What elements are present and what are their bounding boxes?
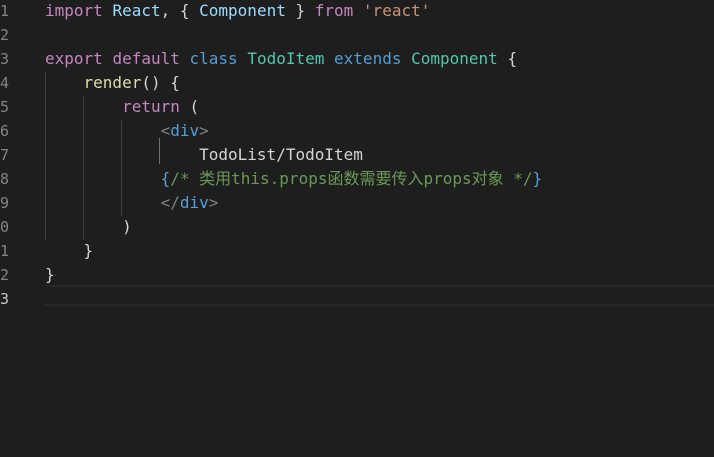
code-token: { (160, 169, 171, 188)
code-token: > (208, 193, 219, 212)
code-token: div (170, 121, 200, 140)
code-line[interactable]: <div> (45, 119, 209, 143)
line-number: 1 (0, 242, 9, 260)
code-token: div (179, 193, 209, 212)
line-number: 7 (0, 146, 9, 164)
line-number-gutter: 1 2 3 4 5 6 7 8 9 0 1 2 3 (0, 0, 36, 457)
code-token: return (122, 97, 180, 116)
code-token: } (285, 1, 315, 20)
line-number: 9 (0, 194, 9, 212)
code-token: TodoList/TodoItem (199, 145, 363, 164)
code-token: extends (334, 49, 402, 68)
code-token: } (83, 241, 94, 260)
code-line[interactable]: ) (45, 215, 132, 239)
code-token: ) (122, 217, 132, 236)
line-number: 5 (0, 98, 9, 116)
code-token: () { (141, 73, 180, 92)
line-number: 3 (0, 50, 9, 68)
code-line[interactable]: </div> (45, 191, 219, 215)
code-token: import (45, 1, 103, 20)
code-area[interactable]: import React, { Component } from 'react'… (45, 0, 714, 457)
code-token: Component (199, 1, 286, 20)
code-line[interactable]: } (45, 239, 94, 263)
code-line[interactable]: render() { (45, 71, 180, 95)
code-token: render (83, 73, 142, 92)
code-token: > (199, 121, 209, 140)
code-line[interactable]: } (45, 263, 55, 287)
code-token: } (532, 169, 543, 188)
line-number: 6 (0, 122, 9, 140)
line-number: 4 (0, 74, 9, 92)
code-line[interactable]: TodoList/TodoItem (45, 143, 363, 167)
line-number: 1 (0, 2, 9, 20)
code-token: from (314, 1, 354, 20)
code-token: ( (179, 97, 200, 116)
code-token: { (497, 49, 518, 68)
line-number: 8 (0, 170, 9, 188)
code-editor[interactable]: 1 2 3 4 5 6 7 8 9 0 1 2 3 import React, { Component … (0, 0, 714, 457)
code-token: , { (160, 1, 200, 20)
code-token: class (189, 49, 238, 68)
code-token: /* 类用this.props函数需要传入props对象 */ (170, 169, 533, 188)
code-token: React (112, 1, 161, 20)
line-number: 2 (0, 266, 9, 284)
code-line[interactable]: {/* 类用this.props函数需要传入props对象 */} (45, 167, 543, 191)
line-number: 0 (0, 218, 9, 236)
code-token: </ (160, 193, 180, 212)
code-token: Component (411, 49, 498, 68)
line-number: 3 (0, 290, 9, 308)
line-number: 2 (0, 26, 9, 44)
code-token: < (160, 121, 171, 140)
code-line[interactable]: export default class TodoItem extends Co… (45, 47, 517, 71)
code-line[interactable]: import React, { Component } from 'react' (45, 0, 430, 23)
code-token: export (45, 49, 103, 68)
code-token: 'react' (362, 1, 431, 20)
code-line[interactable]: return ( (45, 95, 199, 119)
code-token: default (112, 49, 180, 68)
code-token: TodoItem (247, 49, 325, 68)
code-token: } (45, 265, 55, 284)
